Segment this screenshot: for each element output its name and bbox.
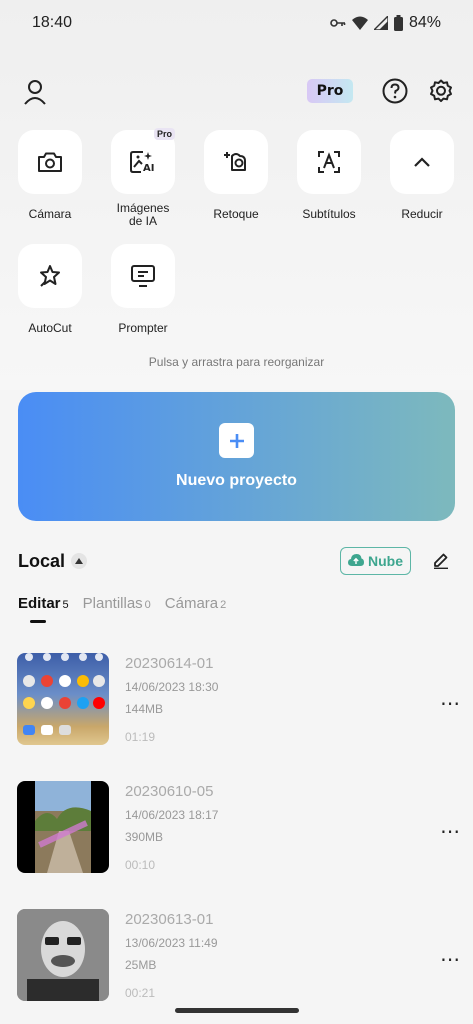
local-title[interactable]: Local xyxy=(18,551,65,572)
signal-icon xyxy=(373,16,388,30)
subtitles-icon xyxy=(297,130,361,194)
tab-count: 0 xyxy=(144,599,151,611)
wifi-icon xyxy=(351,16,368,30)
profile-icon[interactable] xyxy=(17,74,53,110)
project-thumbnail xyxy=(17,653,109,745)
project-date: 14/06/2023 18:30 xyxy=(125,680,219,694)
pro-mini-badge: Pro xyxy=(153,128,175,140)
project-meta: 20230610-05 14/06/2023 18:17 390MB 00:10 xyxy=(125,783,218,872)
project-meta: 20230614-01 14/06/2023 18:30 144MB 01:19 xyxy=(125,655,218,744)
cloud-upload-icon xyxy=(348,553,364,569)
project-thumbnail xyxy=(17,909,109,1001)
tab-count: 2 xyxy=(220,599,227,611)
status-bar: 18:40 84% xyxy=(0,0,473,46)
plus-icon xyxy=(219,423,254,458)
help-icon[interactable] xyxy=(377,73,413,109)
tab-plantillas[interactable]: Plantillas 0 xyxy=(83,595,151,625)
project-duration: 00:21 xyxy=(125,986,156,1000)
project-size: 25MB xyxy=(125,958,157,972)
tool-ai-images[interactable]: Pro AI Imágenes de IA xyxy=(98,128,188,228)
battery-percent: 84% xyxy=(408,14,441,31)
project-meta: 20230613-01 13/06/2023 11:49 25MB 00:21 xyxy=(125,911,218,1000)
tool-subtitles[interactable]: Subtítulos xyxy=(284,130,374,221)
cloud-button-label: Nube xyxy=(368,553,403,569)
project-name: 20230613-01 xyxy=(125,911,214,928)
vpn-key-icon xyxy=(330,18,346,28)
tab-camara[interactable]: Cámara 2 xyxy=(165,595,226,625)
battery-icon xyxy=(393,15,403,31)
tool-camera[interactable]: Cámara xyxy=(5,130,95,221)
project-size: 144MB xyxy=(125,702,164,716)
project-duration: 00:10 xyxy=(125,858,156,872)
status-time: 18:40 xyxy=(32,14,73,31)
prompter-icon xyxy=(111,244,175,308)
tab-label: Plantillas xyxy=(82,595,143,612)
project-date: 14/06/2023 18:17 xyxy=(125,808,219,822)
more-options-icon[interactable]: ⋯ xyxy=(440,691,461,716)
new-project-label: Nuevo proyecto xyxy=(176,472,297,489)
tool-label: Prompter xyxy=(118,321,168,335)
tab-label: Cámara xyxy=(164,595,219,612)
tool-label: Cámara xyxy=(28,207,72,221)
project-thumbnail xyxy=(17,781,109,873)
camera-icon xyxy=(18,130,82,194)
tab-label: Editar xyxy=(18,595,61,612)
tab-count: 5 xyxy=(62,599,69,611)
tool-label: Imágenes de IA xyxy=(116,201,170,228)
tool-prompter[interactable]: Prompter xyxy=(98,244,188,335)
local-section-header: Local Nube xyxy=(18,545,455,579)
tool-label: AutoCut xyxy=(28,321,72,335)
settings-gear-icon[interactable] xyxy=(423,73,459,109)
retouch-icon xyxy=(204,130,268,194)
project-item[interactable]: 20230614-01 14/06/2023 18:30 144MB 01:19… xyxy=(0,653,473,753)
home-indicator[interactable] xyxy=(175,1008,299,1013)
project-item[interactable]: 20230613-01 13/06/2023 11:49 25MB 00:21 … xyxy=(0,909,473,1009)
svg-text:AI: AI xyxy=(143,163,154,174)
ai-image-icon: Pro AI xyxy=(111,128,175,194)
cloud-button[interactable]: Nube xyxy=(340,547,411,575)
autocut-icon xyxy=(18,244,82,308)
project-date: 13/06/2023 11:49 xyxy=(125,936,218,950)
edit-pencil-icon[interactable] xyxy=(432,551,450,574)
tool-label: Subtítulos xyxy=(302,207,356,221)
project-name: 20230610-05 xyxy=(125,783,214,800)
new-project-button[interactable]: Nuevo proyecto xyxy=(18,392,455,521)
reorder-hint: Pulsa y arrastra para reorganizar xyxy=(148,355,325,369)
tool-autocut[interactable]: AutoCut xyxy=(5,244,95,335)
more-options-icon[interactable]: ⋯ xyxy=(440,947,461,972)
project-item[interactable]: 20230610-05 14/06/2023 18:17 390MB 00:10… xyxy=(0,781,473,881)
project-size: 390MB xyxy=(125,830,164,844)
tool-collapse[interactable]: Reducir xyxy=(377,130,467,221)
tool-retouch[interactable]: Retoque xyxy=(191,130,281,221)
project-duration: 01:19 xyxy=(125,730,156,744)
project-name: 20230614-01 xyxy=(125,655,214,672)
tool-label: Retoque xyxy=(213,207,259,221)
project-tabs: Editar 5 Plantillas 0 Cámara 2 xyxy=(18,595,226,625)
more-options-icon[interactable]: ⋯ xyxy=(440,819,461,844)
pro-badge[interactable]: Pro xyxy=(307,79,353,103)
tab-editar[interactable]: Editar 5 xyxy=(18,595,69,625)
chevron-up-icon xyxy=(390,130,454,194)
tool-label: Reducir xyxy=(401,207,443,221)
caret-up-icon[interactable] xyxy=(71,553,87,569)
